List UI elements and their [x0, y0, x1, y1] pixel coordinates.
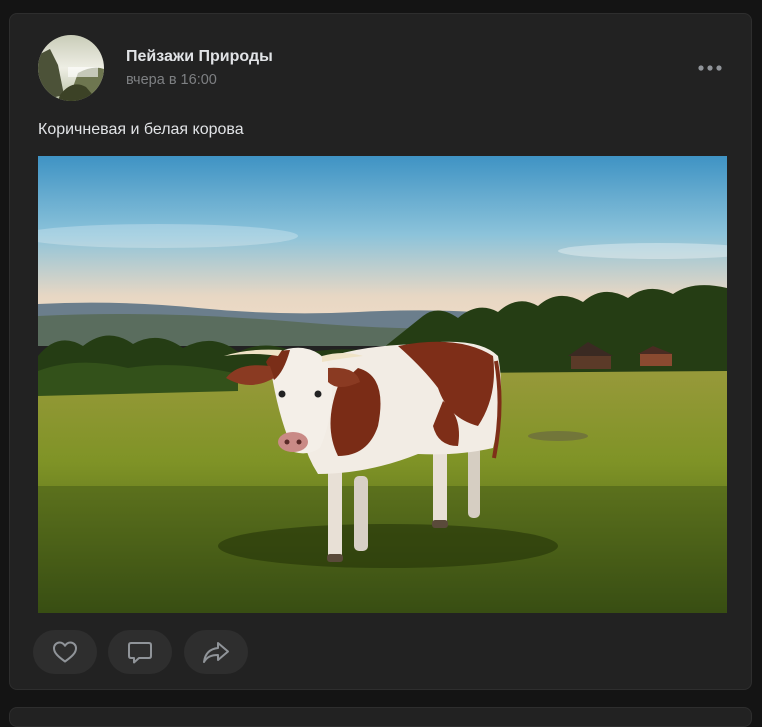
share-icon — [203, 642, 229, 663]
like-button[interactable] — [33, 630, 97, 674]
more-dots-icon — [698, 65, 722, 71]
comment-icon — [128, 642, 152, 664]
cow-photo-icon — [38, 156, 727, 613]
post-time[interactable]: вчера в 16:00 — [126, 72, 217, 88]
author-name[interactable]: Пейзажи Природы — [126, 48, 273, 66]
comment-button[interactable] — [108, 630, 172, 674]
post-text: Коричневая и белая корова — [38, 121, 244, 138]
author-avatar[interactable] — [38, 35, 104, 101]
share-button[interactable] — [184, 630, 248, 674]
more-button[interactable] — [692, 54, 728, 82]
next-post-card — [9, 707, 752, 727]
heart-icon — [53, 641, 77, 663]
landscape-avatar-icon — [38, 35, 104, 101]
post-card: Пейзажи Природы вчера в 16:00 Коричневая… — [9, 13, 752, 690]
post-photo[interactable] — [38, 156, 727, 613]
